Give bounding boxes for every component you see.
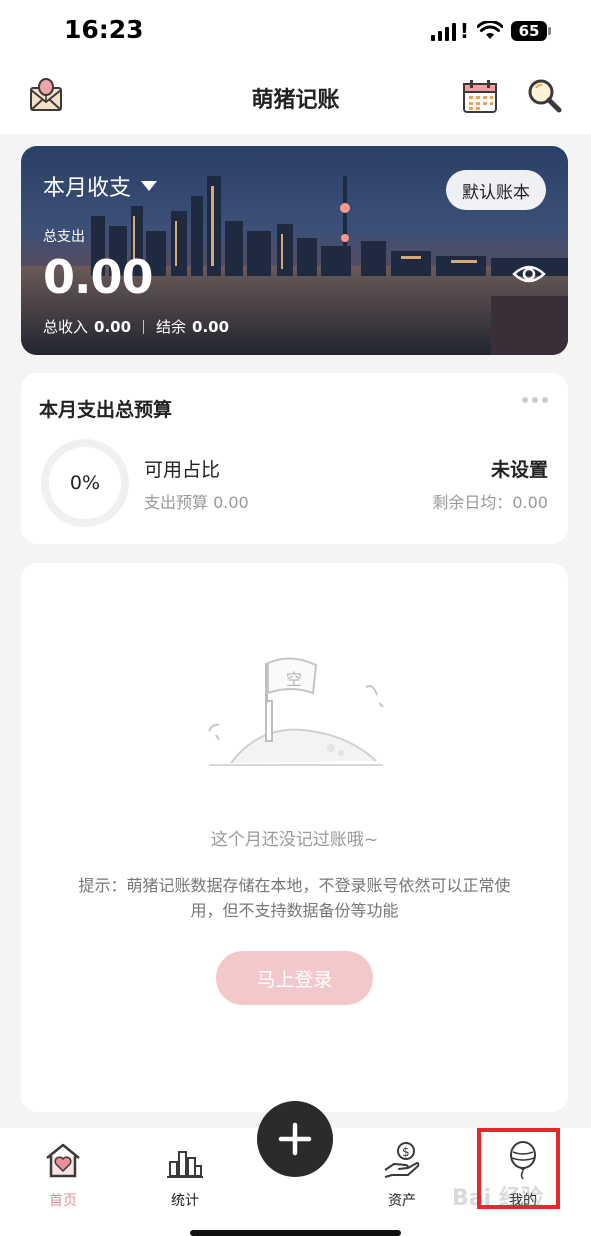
home-indicator xyxy=(190,1230,401,1236)
app-screen: 16:23 ! 65 萌猪记账 本月收支 默认账本 总支出 0.00 总收入 0… xyxy=(0,0,591,1236)
tab-statistics[interactable]: 统计 xyxy=(145,1136,225,1209)
alert-icon: ! xyxy=(459,19,469,43)
page-title: 萌猪记账 xyxy=(251,88,340,113)
more-icon[interactable] xyxy=(522,397,548,403)
budget-card[interactable]: 本月支出总预算 0% 可用占比 支出预算 0.00 未设置 剩余日均：0.00 xyxy=(21,373,568,544)
dropdown-triangle-icon xyxy=(141,181,158,191)
income-balance-line: 总收入 0.00 结余 0.00 xyxy=(43,316,229,337)
tab-home[interactable]: 首页 xyxy=(23,1136,103,1209)
empty-flag-illustration: 空 xyxy=(208,657,384,766)
tab-label: 首页 xyxy=(49,1193,77,1209)
login-button[interactable]: 马上登录 xyxy=(216,951,373,1005)
default-book-button[interactable]: 默认账本 xyxy=(446,170,546,210)
hand-coin-icon: $ xyxy=(384,1142,420,1178)
total-expense-value: 0.00 xyxy=(43,250,153,304)
bar-chart-icon xyxy=(167,1151,203,1178)
status-icons: ! 65 xyxy=(430,18,551,44)
annotation-highlight-box xyxy=(477,1128,560,1209)
period-label: 本月收支 xyxy=(43,176,132,201)
tab-label: 资产 xyxy=(388,1193,416,1209)
signal-icon xyxy=(430,21,456,41)
plus-icon xyxy=(278,1122,312,1156)
tab-label: 统计 xyxy=(171,1193,199,1209)
available-ratio-label: 可用占比 xyxy=(144,459,221,481)
budget-progress-ring: 0% xyxy=(41,439,129,527)
status-bar: 16:23 ! 65 xyxy=(0,0,591,62)
battery-icon: 65 xyxy=(511,21,551,41)
empty-message: 这个月还没记过账哦~ xyxy=(210,830,379,850)
nav-header: 萌猪记账 xyxy=(0,62,591,134)
budget-status: 未设置 xyxy=(490,459,548,481)
search-icon[interactable] xyxy=(524,76,564,116)
expense-budget-value: 支出预算 0.00 xyxy=(144,493,249,512)
tab-assets[interactable]: $ 资产 xyxy=(362,1136,442,1209)
empty-state-card: 空 这个月还没记过账哦~ 提示：萌猪记账数据存储在本地，不登录账号依然可以正常使… xyxy=(21,563,568,1112)
add-record-button[interactable] xyxy=(257,1101,333,1177)
budget-title: 本月支出总预算 xyxy=(39,399,173,421)
daily-remaining-value: 剩余日均：0.00 xyxy=(432,493,548,512)
status-time: 16:23 xyxy=(64,15,144,44)
income-value: 0.00 xyxy=(94,317,132,336)
period-selector[interactable]: 本月收支 xyxy=(43,170,158,202)
divider xyxy=(143,319,145,334)
total-expense-label: 总支出 xyxy=(43,229,85,245)
eye-icon[interactable] xyxy=(512,262,546,286)
flag-character: 空 xyxy=(286,670,302,689)
balance-value: 0.00 xyxy=(192,317,230,336)
monthly-summary-card: 本月收支 默认账本 总支出 0.00 总收入 0.00 结余 0.00 xyxy=(21,146,568,355)
wifi-icon xyxy=(477,21,503,39)
local-storage-tip: 提示：萌猪记账数据存储在本地，不登录账号依然可以正常使用，但不支持数据备份等功能 xyxy=(78,876,511,920)
income-label: 总收入 xyxy=(43,318,89,336)
balance-label: 结余 xyxy=(156,318,187,336)
calendar-icon[interactable] xyxy=(460,76,500,116)
house-heart-icon xyxy=(46,1143,80,1178)
svg-text:$: $ xyxy=(402,1145,410,1159)
